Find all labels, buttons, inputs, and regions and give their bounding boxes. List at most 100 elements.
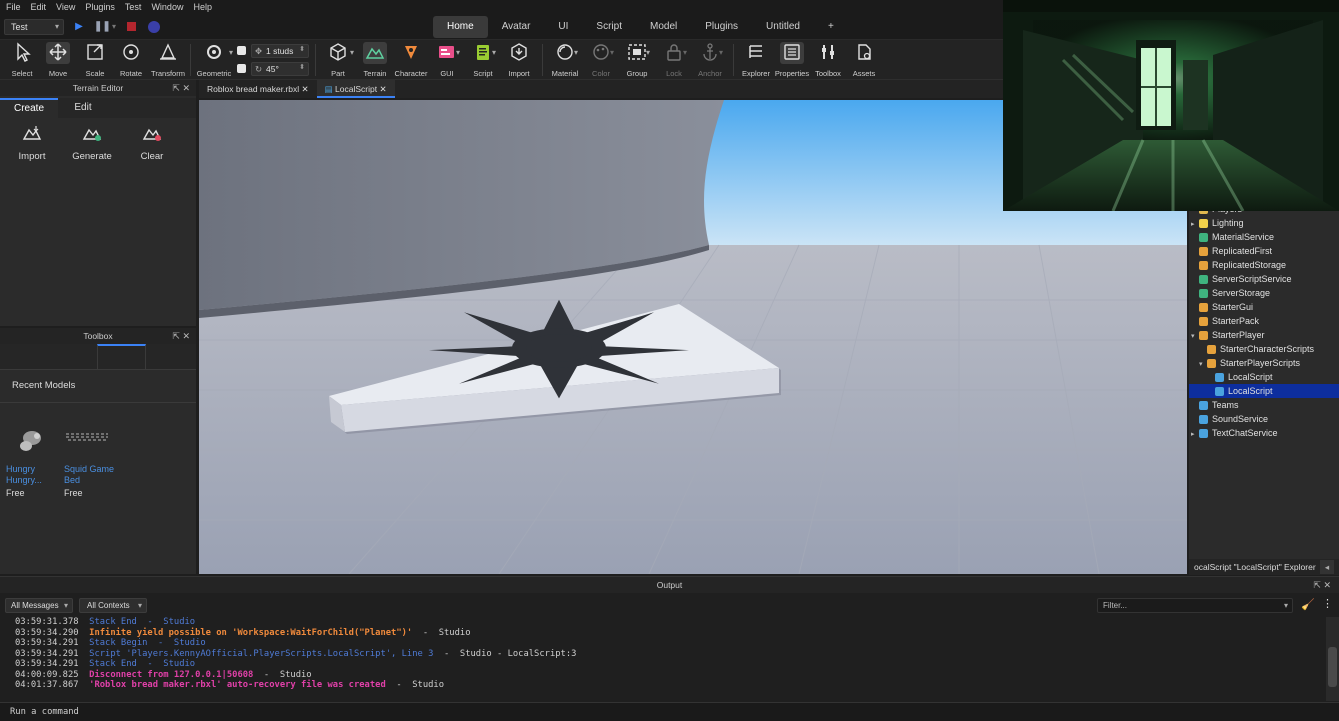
tab-script[interactable]: Script: [582, 16, 636, 38]
close-icon[interactable]: ✕: [302, 84, 309, 94]
assets-tool[interactable]: Assets: [844, 42, 884, 78]
lock-tool[interactable]: Lock: [654, 42, 694, 78]
explorer-item[interactable]: Teams: [1189, 398, 1339, 412]
chevron-down-icon[interactable]: ▾: [683, 48, 687, 57]
chevron-down-icon[interactable]: ▾: [646, 48, 650, 57]
explorer-item[interactable]: ReplicatedStorage: [1189, 258, 1339, 272]
terrain-generate-button[interactable]: Generate: [66, 124, 118, 162]
color-tool[interactable]: Color: [581, 42, 621, 78]
chevron-down-icon[interactable]: ▾: [456, 48, 460, 57]
chevron-down-icon[interactable]: ▾: [610, 48, 614, 57]
menu-edit[interactable]: Edit: [31, 2, 47, 12]
explorer-item[interactable]: ServerStorage: [1189, 286, 1339, 300]
mode-select[interactable]: Test ▾: [4, 19, 64, 35]
doc-tab[interactable]: Roblox bread maker.rbxl ✕: [199, 80, 317, 98]
expand-arrow-icon[interactable]: ▸: [1191, 428, 1199, 442]
tab-plugins[interactable]: Plugins: [691, 16, 752, 38]
move-snap-checkbox[interactable]: [237, 46, 246, 55]
tab-ui[interactable]: UI: [544, 16, 582, 38]
toolbox-item-name[interactable]: Squid Game Bed: [64, 464, 124, 486]
chevron-down-icon[interactable]: ▾: [719, 48, 723, 57]
stepper-icon[interactable]: ⬍: [299, 44, 305, 56]
window-controls[interactable]: ⇱ ✕: [172, 80, 190, 96]
explorer-tool[interactable]: Explorer: [736, 42, 776, 78]
doc-tab-active[interactable]: ▤ LocalScript ✕: [316, 80, 395, 98]
explorer-item[interactable]: LocalScript: [1189, 384, 1339, 398]
message-filter-select[interactable]: All Messages ▾: [5, 598, 73, 613]
toolbox-item-name[interactable]: Hungry Hungry...: [6, 464, 54, 486]
window-controls[interactable]: ⇱ ✕: [1313, 577, 1331, 593]
stepper-icon[interactable]: ⬍: [299, 62, 305, 74]
script-tool[interactable]: Script: [463, 42, 503, 78]
menu-window[interactable]: Window: [151, 2, 183, 12]
output-scrollbar[interactable]: [1326, 617, 1339, 701]
explorer-item[interactable]: SoundService: [1189, 412, 1339, 426]
add-tab-button[interactable]: +: [814, 16, 848, 38]
context-filter-select[interactable]: All Contexts ▾: [79, 598, 147, 613]
anchor-tool[interactable]: Anchor: [690, 42, 730, 78]
explorer-item[interactable]: StarterGui: [1189, 300, 1339, 314]
terrain-tool[interactable]: Terrain: [355, 42, 395, 78]
select-tool[interactable]: Select: [2, 42, 42, 78]
chevron-down-icon[interactable]: ▾: [574, 48, 578, 57]
import-tool[interactable]: Import: [499, 42, 539, 78]
explorer-item[interactable]: ▾ StarterPlayer: [1189, 328, 1339, 342]
group-tool[interactable]: Group: [617, 42, 657, 78]
chevron-down-icon[interactable]: ▾: [229, 48, 233, 57]
character-tool[interactable]: Character: [391, 42, 431, 78]
tab-create[interactable]: Create: [0, 98, 58, 118]
terrain-clear-button[interactable]: Clear: [132, 124, 172, 162]
chevron-down-icon[interactable]: ▾: [492, 48, 496, 57]
explorer-item[interactable]: StarterCharacterScripts: [1189, 342, 1339, 356]
menu-help[interactable]: Help: [193, 2, 212, 12]
stop-icon[interactable]: [127, 22, 136, 31]
chevron-down-icon[interactable]: ▾: [350, 48, 354, 57]
explorer-item[interactable]: LocalScript: [1189, 370, 1339, 384]
close-icon[interactable]: ✕: [379, 84, 386, 94]
explorer-item[interactable]: ServerScriptService: [1189, 272, 1339, 286]
toolbox-item[interactable]: Hungry Hungry... Free: [6, 424, 54, 498]
pause-icon[interactable]: ❚❚: [94, 19, 111, 35]
explorer-tab[interactable]: Explorer: [1283, 559, 1316, 575]
play-icon[interactable]: ▶: [72, 19, 86, 35]
transform-tool[interactable]: Transform: [148, 42, 188, 78]
terrain-import-button[interactable]: Import: [12, 124, 52, 162]
chevron-down-icon[interactable]: ▾: [110, 19, 118, 35]
toolbox-tool[interactable]: Toolbox: [808, 42, 848, 78]
gui-tool[interactable]: GUI: [427, 42, 467, 78]
output-filter-input[interactable]: Filter... ▾: [1097, 598, 1293, 613]
rotate-snap-input[interactable]: ↻ 45° ⬍: [251, 62, 309, 76]
rotate-tool[interactable]: Rotate: [111, 42, 151, 78]
material-tool[interactable]: Material: [545, 42, 585, 78]
explorer-item[interactable]: ReplicatedFirst: [1189, 244, 1339, 258]
tab-untitled[interactable]: Untitled: [752, 16, 814, 38]
tab-model[interactable]: Model: [636, 16, 691, 38]
more-options-icon[interactable]: ⋮: [1322, 597, 1333, 610]
move-snap-input[interactable]: ✥ 1 studs ⬍: [251, 44, 309, 58]
geometric-tool[interactable]: Geometric: [194, 42, 234, 78]
clear-output-icon[interactable]: 🧹: [1301, 598, 1315, 613]
menu-test[interactable]: Test: [125, 2, 142, 12]
tab-home[interactable]: Home: [433, 16, 488, 38]
explorer-item[interactable]: MaterialService: [1189, 230, 1339, 244]
explorer-item[interactable]: ▸ Lighting: [1189, 216, 1339, 230]
menu-view[interactable]: View: [56, 2, 75, 12]
team-test-icon[interactable]: [148, 21, 160, 33]
command-bar[interactable]: Run a command: [0, 702, 1339, 721]
tab-edit[interactable]: Edit: [58, 98, 108, 118]
properties-tool[interactable]: Properties: [772, 42, 812, 78]
move-tool[interactable]: Move: [38, 42, 78, 78]
scrollbar-thumb[interactable]: [1328, 647, 1337, 687]
window-controls[interactable]: ⇱ ✕: [172, 328, 190, 344]
explorer-item[interactable]: ▸ TextChatService: [1189, 426, 1339, 440]
menu-file[interactable]: File: [6, 2, 21, 12]
explorer-item[interactable]: StarterPack: [1189, 314, 1339, 328]
tab-avatar[interactable]: Avatar: [488, 16, 545, 38]
menu-plugins[interactable]: Plugins: [85, 2, 115, 12]
toolbox-item[interactable]: Squid Game Bed Free: [64, 424, 124, 498]
scale-tool[interactable]: Scale: [75, 42, 115, 78]
explorer-item[interactable]: ▾ StarterPlayerScripts: [1189, 356, 1339, 370]
toolbox-active-tab[interactable]: [97, 344, 146, 370]
chevron-left-icon[interactable]: ◂: [1320, 560, 1334, 574]
rotate-snap-checkbox[interactable]: [237, 64, 246, 73]
